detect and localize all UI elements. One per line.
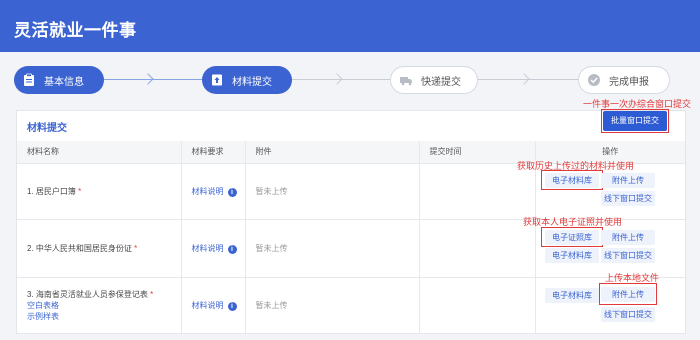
offline-window-submit-button[interactable]: 线下窗口提交 — [601, 307, 655, 322]
blank-form-link[interactable]: 空白表格 — [27, 301, 59, 310]
offline-window-submit-button[interactable]: 线下窗口提交 — [601, 248, 655, 263]
attachment-status: 暂未上传 — [245, 163, 420, 220]
material-note-link[interactable]: 材料说明 — [192, 244, 224, 253]
attachment-upload-button[interactable]: 附件上传 — [601, 230, 655, 245]
step-complete[interactable]: 完成申报 — [578, 66, 670, 94]
submit-time — [419, 219, 536, 278]
info-icon[interactable]: i — [227, 301, 237, 311]
step-label: 基本信息 — [44, 76, 84, 88]
app-header: 灵活就业一件事 — [0, 0, 700, 52]
step-label: 材料提交 — [232, 76, 272, 88]
offline-window-submit-button[interactable]: 线下窗口提交 — [601, 191, 655, 206]
col-header-requirement: 材料要求 — [181, 141, 246, 164]
step-materials[interactable]: 材料提交 — [202, 66, 292, 94]
attachment-status: 暂未上传 — [245, 219, 420, 278]
step-label: 快递提交 — [421, 76, 461, 88]
arrow-icon — [142, 73, 154, 85]
material-name: 2. 中华人民共和国居民身份证 * — [17, 219, 182, 278]
step-label: 完成申报 — [609, 76, 649, 88]
table-row: 3. 海南省灵活就业人员参保登记表 * 空白表格 示例样表 材料说明 i 暂未上传 — [17, 277, 685, 334]
page-title: 灵活就业一件事 — [14, 21, 137, 40]
step-basic-info[interactable]: 基本信息 — [14, 66, 104, 94]
attachment-upload-button[interactable]: 附件上传 — [601, 287, 655, 302]
submit-time — [419, 277, 536, 334]
requirement-cell: 材料说明 i — [181, 163, 246, 220]
clipboard-icon — [24, 73, 34, 86]
e-material-library-button[interactable]: 电子材料库 — [545, 288, 599, 303]
e-license-library-button[interactable]: 电子证照库 — [545, 230, 599, 245]
attachment-status: 暂未上传 — [245, 277, 420, 334]
requirement-cell: 材料说明 i — [181, 277, 246, 334]
arrow-icon — [331, 73, 343, 85]
panel-title: 材料提交 — [27, 123, 67, 134]
e-material-library-button[interactable]: 电子材料库 — [545, 248, 599, 263]
col-header-attachment: 附件 — [245, 141, 420, 164]
truck-icon — [400, 77, 412, 86]
material-note-link[interactable]: 材料说明 — [192, 301, 224, 310]
e-material-library-button[interactable]: 电子材料库 — [545, 173, 599, 188]
info-icon[interactable]: i — [227, 244, 237, 254]
col-header-name: 材料名称 — [17, 141, 182, 164]
material-name: 1. 居民户口簿 * — [17, 163, 182, 220]
materials-panel: 材料提交 批量窗口提交 一件事一次办综合窗口提交 材料名称 材料要求 附件 提交… — [16, 99, 691, 334]
batch-window-submit-button[interactable]: 批量窗口提交 — [603, 111, 667, 131]
annotation-batch: 一件事一次办综合窗口提交 — [583, 99, 692, 109]
info-icon[interactable]: i — [227, 187, 237, 197]
sample-form-link[interactable]: 示例样表 — [27, 312, 59, 321]
step-express[interactable]: 快递提交 — [390, 66, 478, 94]
material-note-link[interactable]: 材料说明 — [192, 187, 224, 196]
requirement-cell: 材料说明 i — [181, 219, 246, 278]
upload-doc-icon — [212, 74, 222, 86]
check-circle-icon — [588, 74, 600, 86]
material-name: 3. 海南省灵活就业人员参保登记表 * 空白表格 示例样表 — [17, 277, 182, 334]
arrow-icon — [518, 73, 530, 85]
attachment-upload-button[interactable]: 附件上传 — [601, 173, 655, 188]
progress-steps: 基本信息 材料提交 快递提交 完成申报 — [0, 66, 700, 94]
